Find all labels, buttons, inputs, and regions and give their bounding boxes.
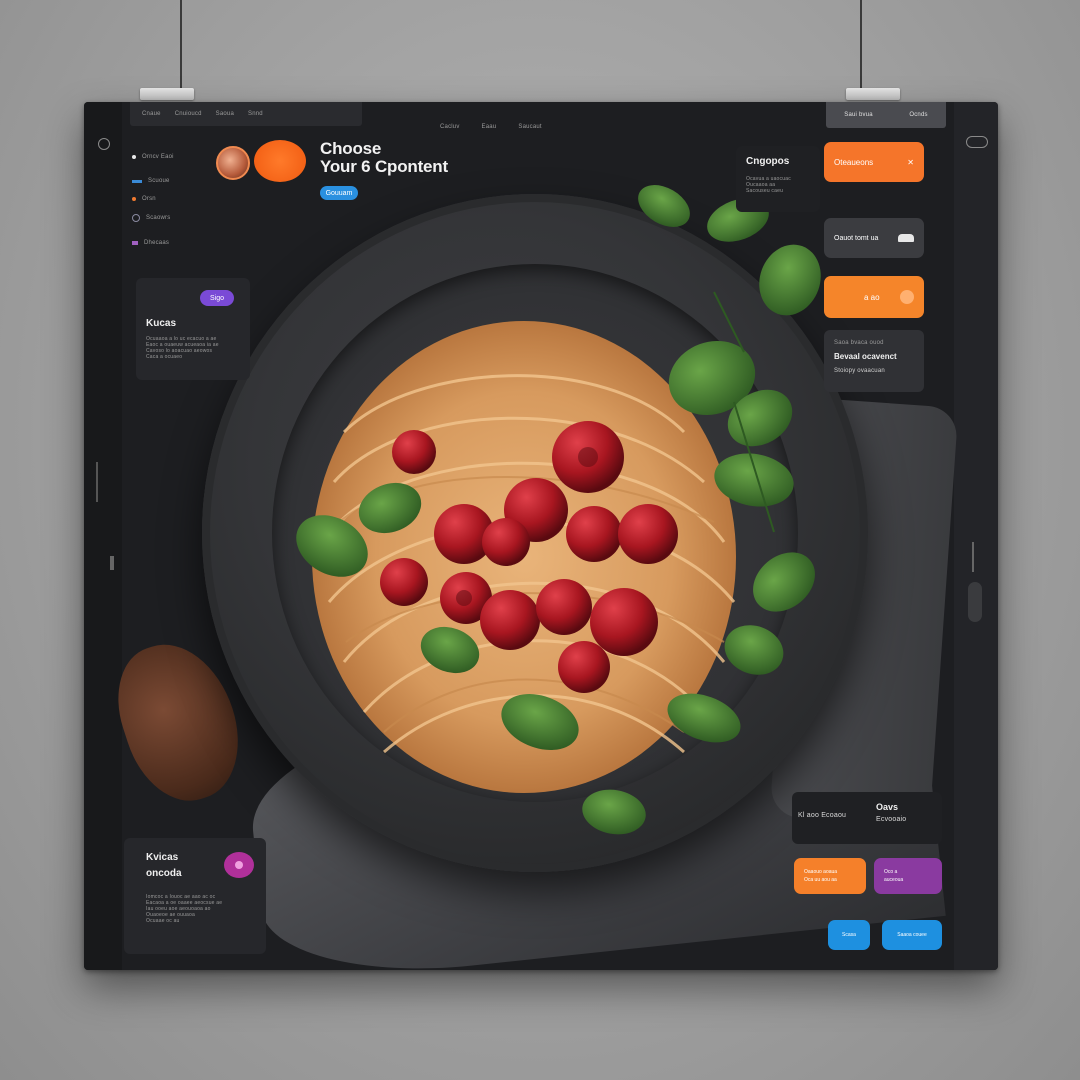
bottom-button-blue-2[interactable]: Saaoa couee	[882, 920, 942, 950]
bottom-button-orange[interactable]: Oaaouo aoaua Oca uu aou aa	[794, 858, 866, 894]
tomato	[480, 590, 540, 650]
tomato	[380, 558, 428, 606]
card-title: Kucas	[146, 318, 177, 329]
sidebar-item-1[interactable]: Orncv Eaoi	[132, 154, 174, 160]
utensils-icon: ✕	[907, 157, 914, 167]
tomato	[590, 588, 658, 656]
bottom-button-blue[interactable]: Scasa	[828, 920, 870, 950]
brand-logo	[254, 140, 306, 182]
bar-icon	[132, 179, 142, 183]
title-line: Your 6 Cpontent	[320, 157, 448, 176]
tomato	[482, 518, 530, 566]
dot-icon	[132, 197, 136, 201]
basil-leaf	[582, 789, 646, 835]
title-line: Choose	[320, 139, 382, 158]
card-line: Stoiopy ovaacuan	[834, 368, 885, 374]
hanging-clip-left	[140, 88, 194, 100]
card-title: Bevaal ocavenct	[834, 352, 897, 361]
action-button-orange[interactable]: Oteaueons ✕	[824, 142, 924, 182]
card-line: Saoa bvaca ouod	[834, 340, 884, 346]
button-label: Saaoa couee	[897, 932, 927, 938]
basil-leaf	[753, 552, 815, 612]
sidebar-item-label: Orsn	[142, 196, 156, 202]
card-line: Ecvooaio	[876, 816, 907, 823]
card-title: oncoda	[146, 868, 182, 879]
card-line: Kl aoo Ecoaou	[798, 812, 847, 819]
basil-leaf	[759, 244, 821, 316]
sidebar-item-label: Dhecaas	[144, 240, 170, 246]
page-title: Choose Your 6 Cpontent	[320, 140, 448, 176]
tomato	[392, 430, 436, 474]
coin-icon	[900, 290, 914, 304]
button-label: Oaaouo aoaua Oca uu aou aa	[804, 869, 838, 883]
hanging-wire-right	[860, 0, 862, 92]
basil-leaf	[724, 625, 784, 675]
sidebar-item-label: Scuoue	[148, 178, 170, 184]
button-label: Scasa	[842, 932, 856, 938]
info-card-left-bottom[interactable]: Kvicas oncoda Iomcoc a Iouoc ae aao ac o…	[124, 838, 266, 954]
card-line: Caca a ocuaeo	[146, 354, 183, 360]
card-line: Ocuaae oc au	[146, 918, 180, 924]
car-icon	[898, 234, 914, 242]
hanging-clip-right	[846, 88, 900, 100]
gear-icon	[132, 214, 140, 222]
bottom-button-purple[interactable]: Oco a auceoua	[874, 858, 942, 894]
play-icon[interactable]	[224, 852, 254, 878]
tomato	[618, 504, 678, 564]
card-title: Kvicas	[146, 852, 179, 863]
button-label: Oco a auceoua	[884, 869, 904, 883]
card-line: Sacouseu caeu	[746, 188, 784, 194]
card-title: Oavs	[876, 802, 899, 812]
info-card-right-top[interactable]: Cngopos Ocavua a uaocuac Oucaaoa aa Saco…	[736, 146, 820, 212]
sidebar-item-2[interactable]: Scuoue	[132, 178, 170, 184]
tomato	[536, 579, 592, 635]
sidebar-item-5[interactable]: Dhecaas	[132, 240, 169, 246]
sidebar-item-4[interactable]: Scaowrs	[132, 214, 170, 222]
action-button-gray[interactable]: Oauot tomt ua	[824, 218, 924, 258]
cta-button[interactable]: Gouuam	[320, 186, 358, 200]
basil-leaf	[638, 185, 690, 227]
action-button-orange-2[interactable]: a ao	[824, 276, 924, 318]
info-card-right-bottom[interactable]: Kl aoo Ecoaou Oavs Ecvooaio	[792, 792, 942, 844]
dot-icon	[132, 155, 136, 159]
badge: Sigo	[200, 290, 234, 306]
button-label: a ao	[864, 292, 880, 302]
info-card-left-top[interactable]: Sigo Kucas Ocuaaoa a lo uc ecacuo a ae E…	[136, 278, 250, 380]
sidebar-item-label: Scaowrs	[146, 215, 171, 221]
info-card-right-mid[interactable]: Saoa bvaca ouod Bevaal ocavenct Stoiopy …	[824, 330, 924, 392]
ui-poster: Cnaue Cnuioucd Saoua Snnd Cacluv Eaau Sa…	[84, 102, 998, 970]
tomato	[566, 506, 622, 562]
button-label: Oteaueons	[834, 157, 874, 167]
tomato	[558, 641, 610, 693]
folder-icon	[132, 241, 138, 245]
sidebar-item-3[interactable]: Orsn	[132, 196, 156, 202]
hanging-wire-left	[180, 0, 182, 92]
button-label: Oauot tomt ua	[834, 234, 879, 242]
user-avatar[interactable]	[216, 146, 250, 180]
card-title: Cngopos	[746, 156, 790, 167]
sidebar-item-label: Orncv Eaoi	[142, 154, 174, 160]
